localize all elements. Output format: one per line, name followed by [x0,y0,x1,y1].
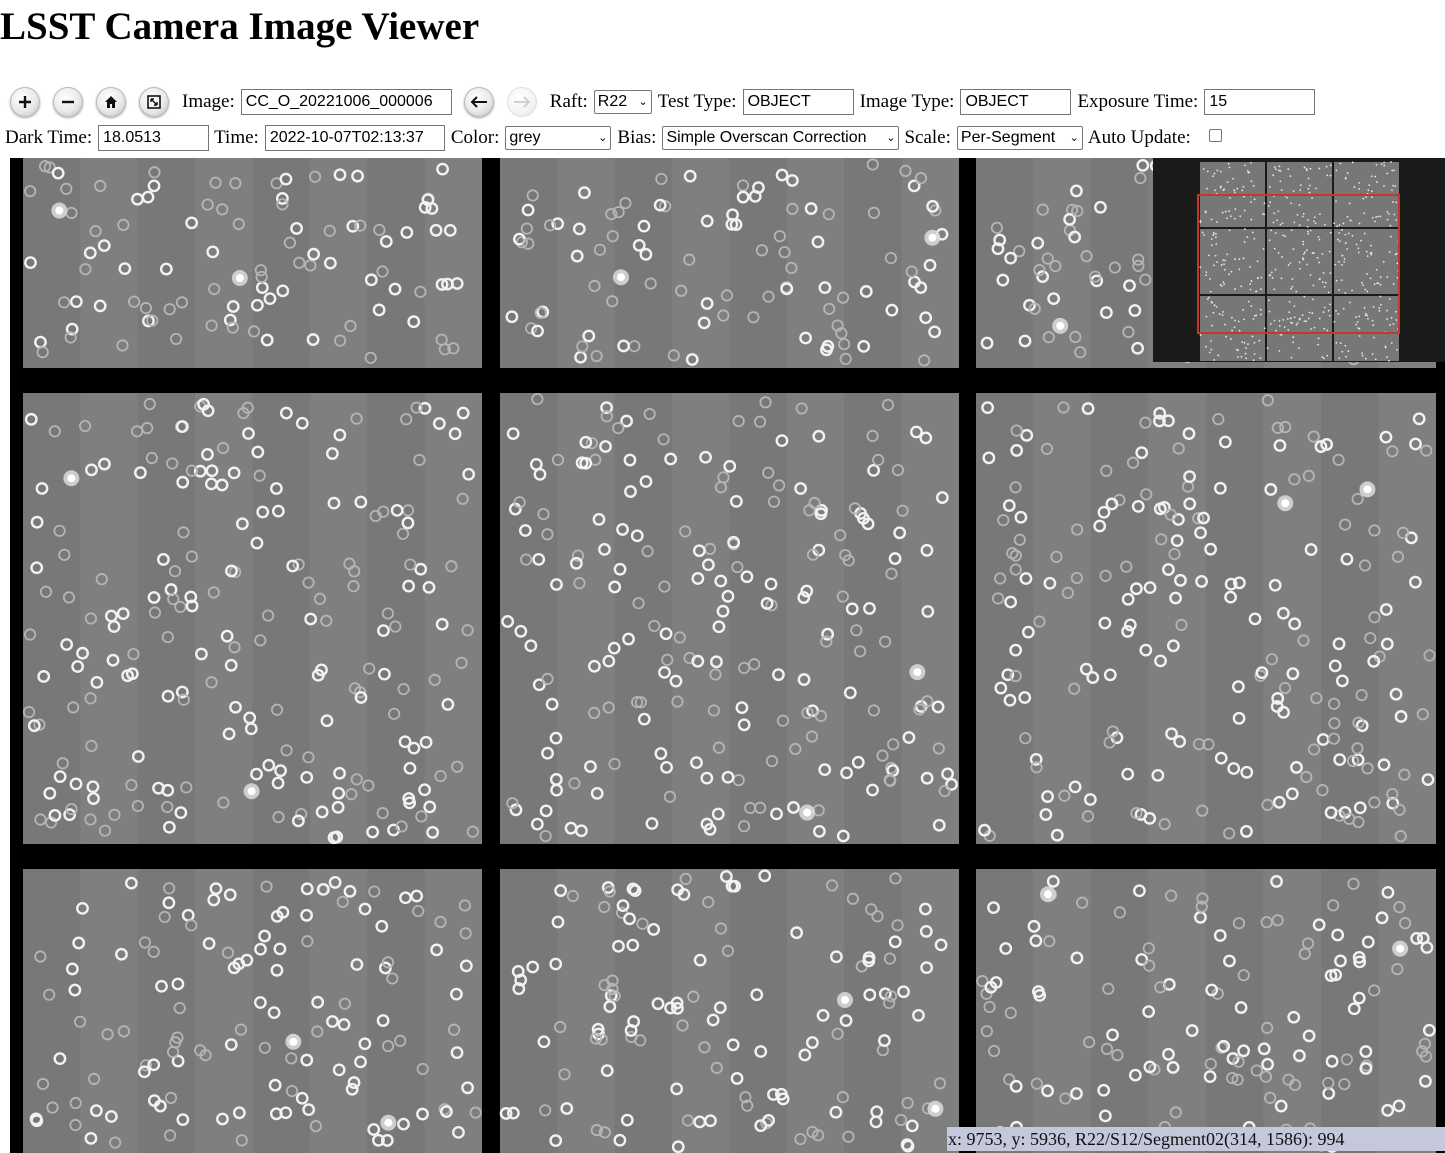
chevron-down-icon: ⌄ [1069,132,1079,144]
bias-label: Bias: [617,127,657,148]
dark-time-label: Dark Time: [5,127,93,148]
image-type-label: Image Type: [859,91,955,112]
chevron-down-icon: ⌄ [638,96,648,108]
overview-sensor [1199,228,1265,294]
zoom-in-button[interactable] [10,87,40,117]
scale-select[interactable]: Per-Segment ⌄ [956,126,1083,150]
home-icon [105,96,117,108]
viewer-left-scrollbar[interactable] [0,158,12,1153]
auto-update-checkbox[interactable] [1208,128,1222,142]
navigator-overview[interactable] [1153,158,1445,362]
sensor-tile [500,392,959,844]
auto-update-label: Auto Update: [1087,127,1191,148]
sensor-tile [23,158,482,368]
page-title: LSST Camera Image Viewer [0,5,480,48]
sensor-tile [976,869,1436,1153]
raft-select[interactable]: R22 ⌄ [593,90,652,114]
overview-sensor [1334,228,1400,294]
overview-sensor [1266,295,1332,361]
scale-select-value: Per-Segment [960,129,1056,146]
toolbar-row-2: Dark Time: 18.0513 Time: 2022-10-07T02:1… [5,124,1222,152]
color-label: Color: [450,127,500,148]
minus-icon [62,100,74,104]
overview-sensor [1333,295,1400,362]
scale-label: Scale: [904,127,951,148]
sensor-tile [499,869,959,1153]
dark-time-input[interactable]: 18.0513 [98,125,210,151]
overview-sensor [1267,229,1332,294]
previous-image-button[interactable] [463,87,494,117]
test-type-label: Test Type: [657,91,737,112]
fullscreen-icon [147,95,161,109]
time-label: Time: [214,127,259,148]
bias-select[interactable]: Simple Overscan Correction ⌄ [662,126,900,150]
exposure-time-input[interactable]: 15 [1204,89,1316,115]
arrow-right-icon [513,96,531,108]
status-bar: x: 9753, y: 5936, R22/S12/Segment02(314,… [947,1127,1445,1151]
test-type-input[interactable]: OBJECT [742,89,854,115]
next-image-button[interactable] [506,87,537,117]
toolbar-row-1: Image: CC_O_20221006_000006 Raft: R22 ⌄ … [10,86,1316,118]
exposure-time-label: Exposure Time: [1077,91,1199,112]
sensor-tile [500,158,959,368]
arrow-left-icon [470,96,487,108]
plus-icon [19,96,31,108]
sensor-tile [976,393,1436,844]
image-type-input[interactable]: OBJECT [960,89,1072,115]
time-input[interactable]: 2022-10-07T02:13:37 [264,125,445,151]
chevron-down-icon: ⌄ [598,132,608,144]
zoom-out-button[interactable] [53,87,83,117]
raft-label: Raft: [549,91,588,112]
overview-sensor [1199,296,1266,362]
raft-select-value: R22 [597,93,628,110]
sensor-tile [23,869,482,1153]
sensor-tile [22,393,482,845]
image-input[interactable]: CC_O_20221006_000006 [240,89,452,115]
image-viewer[interactable] [0,158,1445,1153]
home-button[interactable] [96,87,126,117]
bias-select-value: Simple Overscan Correction [666,129,867,146]
image-label: Image: [182,91,235,112]
color-select[interactable]: grey ⌄ [505,126,612,150]
color-select-value: grey [509,129,541,146]
fullscreen-button[interactable] [139,87,169,117]
chevron-down-icon: ⌄ [886,132,896,144]
